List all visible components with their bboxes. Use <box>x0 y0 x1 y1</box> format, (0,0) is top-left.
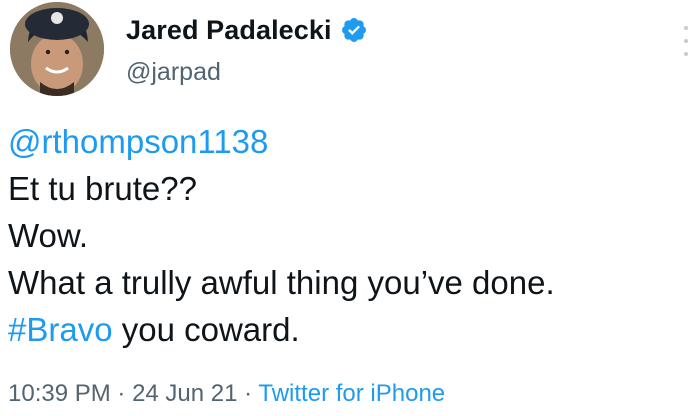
tweet-header: Jared Padalecki @jarpad <box>8 2 696 102</box>
user-handle[interactable]: @jarpad <box>126 58 221 87</box>
tweet-date[interactable]: 24 Jun 21 <box>132 380 237 407</box>
tweet-source-link[interactable]: Twitter for iPhone <box>258 380 445 407</box>
tweet-card: Jared Padalecki @jarpad @rthompson1138 E… <box>0 0 700 416</box>
tweet-meta: 10:39 PM · 24 Jun 21 · Twitter for iPhon… <box>8 380 445 408</box>
mention-link[interactable]: @rthompson1138 <box>8 123 268 160</box>
tweet-line: Wow. <box>8 217 89 254</box>
tweet-text: @rthompson1138 Et tu brute?? Wow. What a… <box>8 118 698 353</box>
display-name[interactable]: Jared Padalecki <box>126 15 332 46</box>
avatar[interactable] <box>10 2 104 96</box>
more-options-icon[interactable] <box>680 26 692 56</box>
avatar-image <box>10 2 104 96</box>
tweet-line: you coward. <box>112 311 300 348</box>
tweet-line: What a trully awful thing you’ve done. <box>8 264 555 301</box>
tweet-line: Et tu brute?? <box>8 170 197 207</box>
meta-separator: · <box>110 380 133 407</box>
name-row: Jared Padalecki <box>126 12 368 48</box>
meta-separator: · <box>237 380 259 407</box>
hashtag-link[interactable]: #Bravo <box>8 311 113 348</box>
tweet-time[interactable]: 10:39 PM <box>8 380 111 407</box>
verified-badge-icon <box>340 16 368 44</box>
